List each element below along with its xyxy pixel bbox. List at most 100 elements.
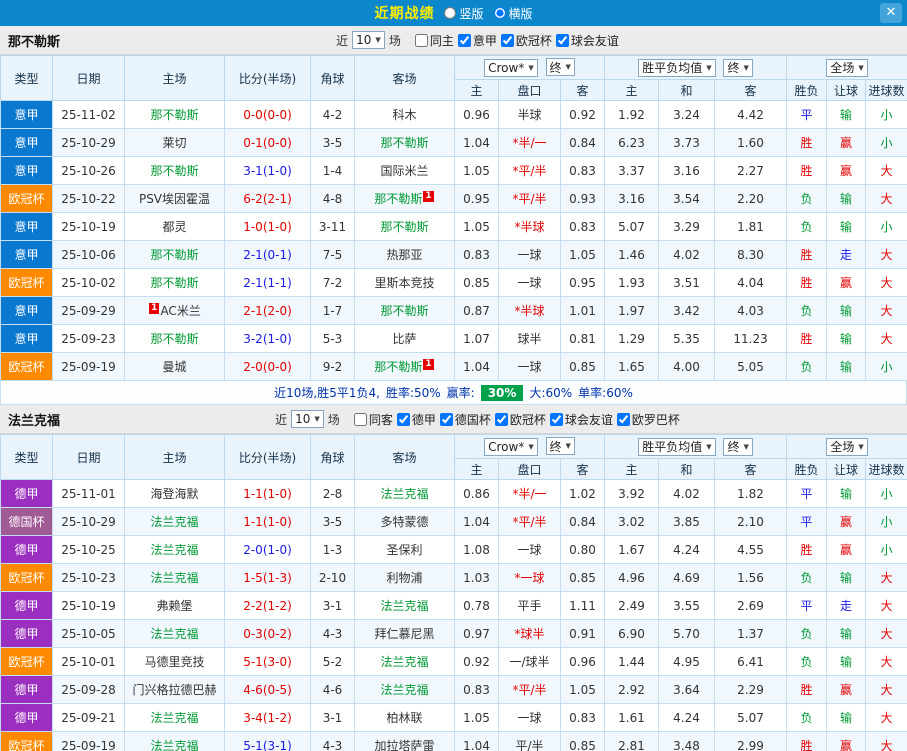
avg-odds-away: 1.82 <box>714 479 788 508</box>
away-team-link[interactable]: 利物浦 <box>354 563 455 592</box>
away-team-link[interactable]: 多特蒙德 <box>354 507 455 536</box>
handicap-final-select[interactable]: 终 <box>545 437 575 456</box>
away-team-link[interactable]: 法兰克福 <box>354 647 455 676</box>
close-button[interactable]: ✕ <box>880 3 902 23</box>
home-team-link[interactable]: 都灵 <box>124 212 225 241</box>
away-team-link[interactable]: 那不勒斯 <box>354 128 455 157</box>
filter-checkbox-球会友谊[interactable]: 球会友谊 <box>555 32 619 49</box>
corner-score: 1-4 <box>310 156 355 185</box>
away-team-link[interactable]: 圣保利 <box>354 535 455 564</box>
avg-odds-away: 2.29 <box>714 675 788 704</box>
avg-odds-select[interactable]: 胜平负均值 <box>638 58 716 77</box>
home-team-link[interactable]: 那不勒斯 <box>124 268 225 297</box>
home-team-link[interactable]: 莱切 <box>124 128 225 157</box>
result-win-draw-loss: 负 <box>786 647 828 676</box>
home-team-link[interactable]: 法兰克福 <box>124 731 225 751</box>
home-team-link[interactable]: 法兰克福 <box>124 507 225 536</box>
checkbox-input[interactable] <box>555 33 569 47</box>
home-team-link[interactable]: 1 AC米兰 <box>124 296 225 325</box>
match-count-value: 10 <box>295 412 311 426</box>
handicap-line: 平手 <box>498 591 561 620</box>
filter-checkbox-欧罗巴杯[interactable]: 欧罗巴杯 <box>616 411 680 428</box>
away-team-link[interactable]: 热那亚 <box>354 240 455 269</box>
home-team-link[interactable]: 那不勒斯 <box>124 324 225 353</box>
scope-select[interactable]: 全场 <box>826 437 868 456</box>
home-team-link[interactable]: 法兰克福 <box>124 703 225 732</box>
filter-checkbox-欧冠杯[interactable]: 欧冠杯 <box>494 411 546 428</box>
away-team-link[interactable]: 那不勒斯 1 <box>354 352 455 381</box>
handicap-final-select[interactable]: 终 <box>545 58 575 77</box>
handicap-odds-home: 1.03 <box>454 563 499 592</box>
layout-radio-vertical[interactable]: 竖版 <box>444 5 484 22</box>
avg-odds-home: 1.93 <box>604 268 660 297</box>
handicap-odds-away: 1.01 <box>559 296 606 325</box>
home-team-link[interactable]: PSV埃因霍温 <box>124 184 225 213</box>
bookmaker-select[interactable]: Crow* <box>484 58 538 77</box>
avg-odds-home: 1.92 <box>604 100 660 129</box>
home-team-link[interactable]: 门兴格拉德巴赫 <box>124 675 225 704</box>
checkbox-input[interactable] <box>396 412 410 426</box>
avg-final-select[interactable]: 终 <box>723 437 753 456</box>
away-team-link[interactable]: 柏林联 <box>354 703 455 732</box>
home-team-link[interactable]: 法兰克福 <box>124 563 225 592</box>
away-team-link[interactable]: 科木 <box>354 100 455 129</box>
filter-checkbox-欧冠杯[interactable]: 欧冠杯 <box>500 32 552 49</box>
match-count-select[interactable]: 10 <box>352 31 385 49</box>
avg-odds-select[interactable]: 胜平负均值 <box>638 437 716 456</box>
avg-final-select[interactable]: 终 <box>723 58 753 77</box>
away-team-link[interactable]: 加拉塔萨雷 <box>354 731 455 751</box>
match-count-select[interactable]: 10 <box>291 410 324 428</box>
radio-horizontal-input[interactable] <box>493 7 506 19</box>
home-team-link[interactable]: 马德里竞技 <box>124 647 225 676</box>
filter-checkbox-球会友谊[interactable]: 球会友谊 <box>549 411 613 428</box>
away-team-link[interactable]: 法兰克福 <box>354 591 455 620</box>
home-team-link[interactable]: 那不勒斯 <box>124 240 225 269</box>
handicap-odds-away: 0.80 <box>559 535 606 564</box>
col-odds-home: 主 <box>454 458 499 480</box>
away-team-link[interactable]: 法兰克福 <box>354 479 455 508</box>
filter-checkbox-德甲[interactable]: 德甲 <box>396 411 436 428</box>
away-team-link[interactable]: 那不勒斯 <box>354 296 455 325</box>
team-name-text: 法兰克福 <box>380 655 429 669</box>
match-date: 25-10-29 <box>52 128 125 157</box>
away-team-link[interactable]: 法兰克福 <box>354 675 455 704</box>
handicap-odds-home: 0.83 <box>454 240 499 269</box>
home-team-link[interactable]: 那不勒斯 <box>124 156 225 185</box>
checkbox-input[interactable] <box>549 412 563 426</box>
away-team-link[interactable]: 里斯本竞技 <box>354 268 455 297</box>
avg-odds-away: 5.05 <box>714 352 788 381</box>
checkbox-input[interactable] <box>414 33 428 47</box>
away-team-link[interactable]: 那不勒斯 <box>354 212 455 241</box>
checkbox-input[interactable] <box>353 412 367 426</box>
summary-win-rate: 胜率:50% <box>385 386 441 400</box>
checkbox-input[interactable] <box>494 412 508 426</box>
home-team-link[interactable]: 法兰克福 <box>124 535 225 564</box>
away-team-link[interactable]: 拜仁慕尼黑 <box>354 619 455 648</box>
checkbox-input[interactable] <box>457 33 471 47</box>
filter-checkbox-德国杯[interactable]: 德国杯 <box>439 411 491 428</box>
home-team-link[interactable]: 法兰克福 <box>124 619 225 648</box>
scope-select[interactable]: 全场 <box>826 58 868 77</box>
home-team-link[interactable]: 弗赖堡 <box>124 591 225 620</box>
result-goals: 大 <box>865 675 907 704</box>
home-team-link[interactable]: 曼城 <box>124 352 225 381</box>
checkbox-input[interactable] <box>616 412 630 426</box>
away-team-link[interactable]: 那不勒斯 1 <box>354 184 455 213</box>
avg-odds-home: 2.81 <box>604 731 660 751</box>
away-team-link[interactable]: 国际米兰 <box>354 156 455 185</box>
layout-radio-horizontal[interactable]: 横版 <box>493 5 533 22</box>
team-name-text: 利物浦 <box>386 571 423 585</box>
filter-checkbox-同主[interactable]: 同主 <box>414 32 454 49</box>
checkbox-input[interactable] <box>500 33 514 47</box>
filter-checkbox-同客[interactable]: 同客 <box>353 411 393 428</box>
home-team-link[interactable]: 海登海默 <box>124 479 225 508</box>
avg-odds-draw: 3.73 <box>658 128 716 157</box>
checkbox-input[interactable] <box>439 412 453 426</box>
away-team-link[interactable]: 比萨 <box>354 324 455 353</box>
home-team-link[interactable]: 那不勒斯 <box>124 100 225 129</box>
bookmaker-select[interactable]: Crow* <box>484 437 538 456</box>
matches-table: 类型 日期 主场 比分(半场) 角球 客场 Crow* 终 胜平负均值 终 <box>0 434 907 751</box>
rank-badge: 1 <box>423 359 434 370</box>
radio-vertical-input[interactable] <box>444 7 457 19</box>
filter-checkbox-意甲[interactable]: 意甲 <box>457 32 497 49</box>
